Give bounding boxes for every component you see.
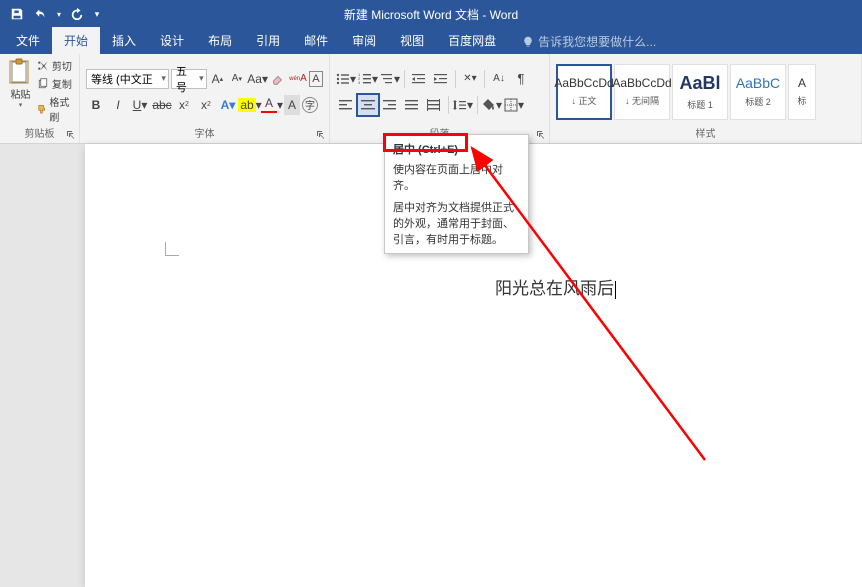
brush-icon	[37, 103, 46, 115]
tooltip-center: 居中 (Ctrl+E) 使内容在页面上居中对齐。 居中对齐为文档提供正式的外观，…	[384, 134, 529, 254]
shading-button[interactable]: ▾	[482, 95, 502, 115]
eraser-icon	[271, 72, 285, 86]
character-shading-button[interactable]: A	[284, 95, 300, 115]
ribbon: 粘贴 ▾ 剪切 复制 格式刷 剪贴板 等线 (中文正 五号 A▴ A▾ Aa▾ …	[0, 54, 862, 144]
ribbon-tabs: 文件 开始 插入 设计 布局 引用 邮件 审阅 视图 百度网盘 告诉我您想要做什…	[0, 28, 862, 54]
bullets-button[interactable]: ▾	[336, 69, 356, 89]
superscript-button[interactable]: x2	[196, 95, 216, 115]
tab-home[interactable]: 开始	[52, 27, 100, 54]
tab-insert[interactable]: 插入	[100, 27, 148, 54]
font-name-combo[interactable]: 等线 (中文正	[86, 69, 169, 89]
tab-references[interactable]: 引用	[244, 27, 292, 54]
scissors-icon	[37, 60, 49, 72]
align-distributed-button[interactable]	[424, 95, 444, 115]
qat-customize[interactable]: ▾	[90, 3, 104, 25]
undo-button[interactable]	[30, 3, 52, 25]
show-marks-button[interactable]: ¶	[511, 69, 531, 89]
increase-indent-button[interactable]	[431, 69, 451, 89]
strikethrough-button[interactable]: abc	[152, 95, 172, 115]
underline-button[interactable]: U▾	[130, 95, 150, 115]
save-button[interactable]	[6, 3, 28, 25]
group-label-font: 字体	[86, 125, 323, 141]
group-clipboard: 粘贴 ▾ 剪切 复制 格式刷 剪贴板	[0, 54, 80, 143]
paragraph-dialog-launcher[interactable]	[535, 129, 547, 141]
window-title: 新建 Microsoft Word 文档 - Word	[344, 6, 518, 23]
font-color-button[interactable]: A▾	[262, 95, 282, 115]
shrink-font-button[interactable]: A▾	[228, 69, 245, 89]
align-center-button[interactable]	[358, 95, 378, 115]
quick-access-toolbar: ▾ ▾	[0, 3, 104, 25]
numbering-icon: 123	[358, 72, 372, 86]
borders-button[interactable]: ▾	[504, 95, 524, 115]
multilevel-icon	[380, 72, 394, 86]
text-effects-button[interactable]: A▾	[218, 95, 238, 115]
tooltip-line2: 居中对齐为文档提供正式的外观，通常用于封面、引言，有时用于标题。	[393, 199, 520, 247]
borders-icon	[504, 98, 518, 112]
clipboard-dialog-launcher[interactable]	[65, 129, 77, 141]
enclose-characters-button[interactable]: 字	[302, 97, 318, 113]
tooltip-line1: 使内容在页面上居中对齐。	[393, 161, 520, 193]
tooltip-title: 居中 (Ctrl+E)	[393, 141, 520, 157]
style-heading1[interactable]: AaBl 标题 1	[672, 64, 728, 120]
asian-layout-button[interactable]: ✕▾	[460, 69, 480, 89]
change-case-button[interactable]: Aa▾	[248, 69, 268, 89]
group-paragraph: ▾ 123▾ ▾ ✕▾ A↓ ¶ ▾ ▾	[330, 54, 550, 143]
style-no-spacing[interactable]: AaBbCcDd ↓ 无间隔	[614, 64, 670, 120]
copy-icon	[37, 78, 49, 90]
style-more[interactable]: A 标	[788, 64, 816, 120]
paint-bucket-icon	[482, 98, 496, 112]
copy-button[interactable]: 复制	[37, 76, 73, 91]
svg-text:3: 3	[358, 79, 361, 84]
cut-button[interactable]: 剪切	[37, 58, 73, 73]
tab-mailings[interactable]: 邮件	[292, 27, 340, 54]
highlight-button[interactable]: ab▾	[240, 95, 260, 115]
style-heading2[interactable]: AaBbC 标题 2	[730, 64, 786, 120]
tab-view[interactable]: 视图	[388, 27, 436, 54]
line-spacing-icon	[453, 98, 467, 112]
group-label-clipboard: 剪贴板	[6, 125, 73, 141]
italic-button[interactable]: I	[108, 95, 128, 115]
sort-button[interactable]: A↓	[489, 69, 509, 89]
align-right-button[interactable]	[380, 95, 400, 115]
align-left-button[interactable]	[336, 95, 356, 115]
line-spacing-button[interactable]: ▾	[453, 95, 473, 115]
bullets-icon	[336, 72, 350, 86]
multilevel-list-button[interactable]: ▾	[380, 69, 400, 89]
clear-formatting-button[interactable]	[270, 69, 287, 89]
character-border-button[interactable]: A	[309, 71, 323, 87]
outdent-icon	[412, 72, 426, 86]
undo-dropdown[interactable]: ▾	[54, 3, 64, 25]
group-styles: AaBbCcDd ↓ 正文 AaBbCcDd ↓ 无间隔 AaBl 标题 1 A…	[550, 54, 862, 143]
tab-design[interactable]: 设计	[148, 27, 196, 54]
bold-button[interactable]: B	[86, 95, 106, 115]
group-label-styles: 样式	[556, 125, 855, 141]
tab-file[interactable]: 文件	[4, 27, 52, 54]
style-normal[interactable]: AaBbCcDd ↓ 正文	[556, 64, 612, 120]
tell-me-search[interactable]: 告诉我您想要做什么...	[516, 29, 662, 54]
align-justify-button[interactable]	[402, 95, 422, 115]
lightbulb-icon	[522, 36, 534, 48]
tab-review[interactable]: 审阅	[340, 27, 388, 54]
title-bar: ▾ ▾ 新建 Microsoft Word 文档 - Word	[0, 0, 862, 28]
redo-button[interactable]	[66, 3, 88, 25]
format-painter-button[interactable]: 格式刷	[37, 94, 73, 124]
phonetic-guide-button[interactable]: wénA	[289, 69, 307, 89]
font-size-combo[interactable]: 五号	[171, 69, 207, 89]
subscript-button[interactable]: x2	[174, 95, 194, 115]
grow-font-button[interactable]: A▴	[209, 69, 226, 89]
group-font: 等线 (中文正 五号 A▴ A▾ Aa▾ wénA A B I U▾ abc x…	[80, 54, 330, 143]
text-cursor	[615, 281, 616, 299]
font-dialog-launcher[interactable]	[315, 129, 327, 141]
indent-icon	[434, 72, 448, 86]
numbering-button[interactable]: 123▾	[358, 69, 378, 89]
tab-layout[interactable]: 布局	[196, 27, 244, 54]
document-text[interactable]: 阳光总在风雨后	[495, 274, 616, 299]
margin-indicator	[165, 242, 179, 256]
paste-button[interactable]: 粘贴 ▾	[6, 58, 35, 109]
decrease-indent-button[interactable]	[409, 69, 429, 89]
tab-baidu[interactable]: 百度网盘	[436, 27, 508, 54]
